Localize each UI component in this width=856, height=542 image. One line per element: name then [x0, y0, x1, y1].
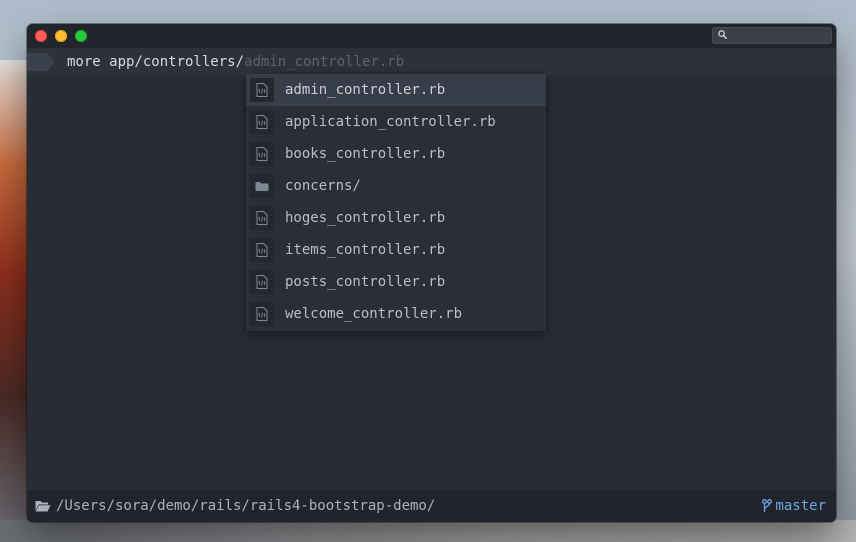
autocomplete-item[interactable]: admin_controller.rb [246, 74, 546, 106]
autocomplete-item[interactable]: hoges_controller.rb [246, 202, 546, 234]
minimize-window-button[interactable] [55, 30, 67, 42]
zoom-window-button[interactable] [75, 30, 87, 42]
command-typed: more app/controllers/ [67, 54, 245, 70]
ruby-file-icon [250, 206, 274, 230]
command-suggestion: admin_controller.rb [244, 54, 405, 70]
autocomplete-item-label: posts_controller.rb [285, 274, 446, 290]
autocomplete-item[interactable]: posts_controller.rb [246, 266, 546, 298]
terminal-window: more app/controllers/admin_controller.rb… [27, 24, 836, 522]
autocomplete-item-label: books_controller.rb [285, 146, 446, 162]
autocomplete-item-label: application_controller.rb [285, 114, 496, 130]
autocomplete-item-label: admin_controller.rb [285, 82, 446, 98]
autocomplete-item-label: hoges_controller.rb [285, 210, 446, 226]
folder-icon [250, 174, 274, 198]
prompt-arrow-icon [27, 53, 55, 71]
open-folder-icon [35, 501, 51, 512]
current-directory-path[interactable]: /Users/sora/demo/rails/rails4-bootstrap-… [56, 490, 435, 522]
autocomplete-item[interactable]: application_controller.rb [246, 106, 546, 138]
ruby-file-icon [250, 110, 274, 134]
title-bar [27, 24, 836, 48]
search-icon [718, 30, 727, 39]
autocomplete-item[interactable]: books_controller.rb [246, 138, 546, 170]
autocomplete-item[interactable]: welcome_controller.rb [246, 298, 546, 330]
close-window-button[interactable] [35, 30, 47, 42]
search-input[interactable] [712, 27, 832, 44]
autocomplete-item[interactable]: concerns/ [246, 170, 546, 202]
autocomplete-item-label: welcome_controller.rb [285, 306, 463, 322]
ruby-file-icon [250, 142, 274, 166]
autocomplete-popup: admin_controller.rb application_controll… [246, 74, 546, 331]
git-branch-name[interactable]: master [775, 490, 826, 522]
ruby-file-icon [250, 238, 274, 262]
ruby-file-icon [250, 78, 274, 102]
ruby-file-icon [250, 270, 274, 294]
command-text: more app/controllers/admin_controller.rb [67, 48, 404, 76]
command-line[interactable]: more app/controllers/admin_controller.rb [27, 48, 836, 76]
ruby-file-icon [250, 302, 274, 326]
autocomplete-item[interactable]: items_controller.rb [246, 234, 546, 266]
desktop-wallpaper-bottom [0, 520, 856, 542]
autocomplete-item-label: items_controller.rb [285, 242, 446, 258]
autocomplete-item-label: concerns/ [285, 178, 361, 194]
git-branch-icon [762, 499, 772, 512]
status-bar: /Users/sora/demo/rails/rails4-bootstrap-… [27, 490, 836, 522]
